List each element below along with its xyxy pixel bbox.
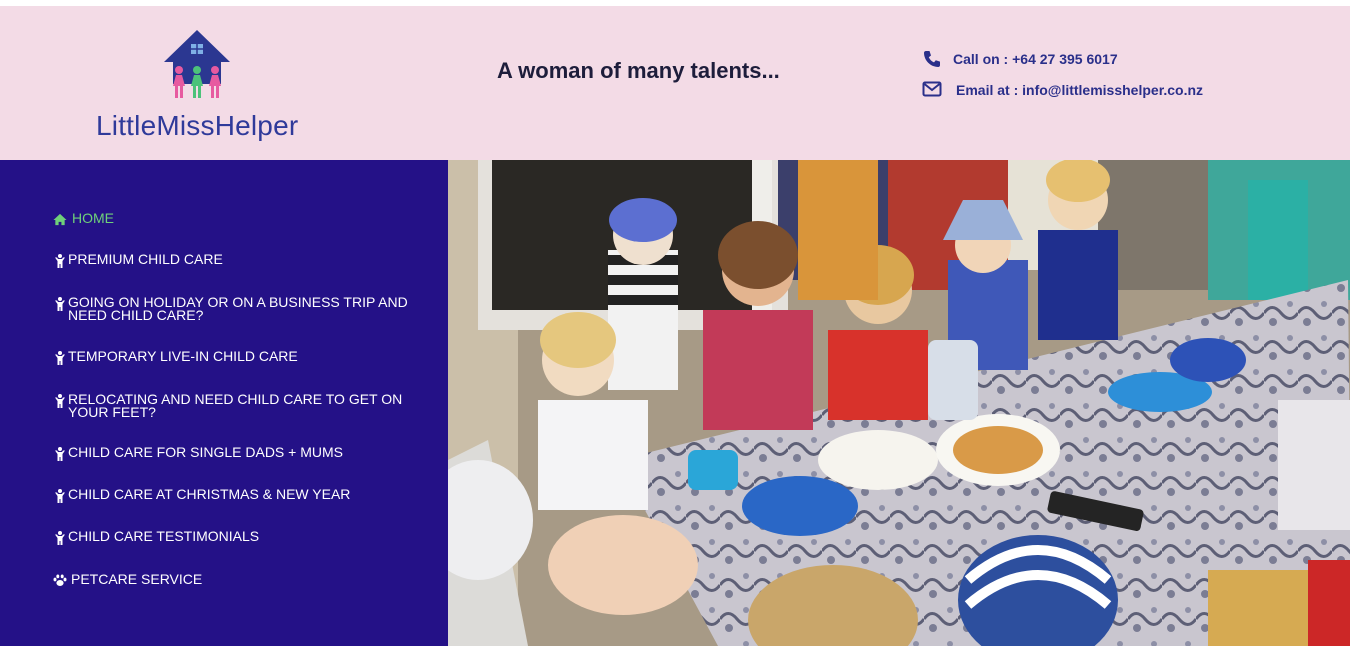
- email-contact[interactable]: Email at : info@littlemisshelper.co.nz: [922, 74, 1203, 105]
- nav-item-relocating[interactable]: RELOCATING AND NEED CHILD CARE TO GET ON…: [53, 391, 413, 420]
- house-family-icon: [164, 30, 230, 98]
- nav-item-temporary-live-in[interactable]: TEMPORARY LIVE-IN CHILD CARE: [53, 348, 413, 365]
- nav-item-premium-child-care[interactable]: PREMIUM CHILD CARE: [53, 251, 413, 268]
- site-header: LittleMissHelper A woman of many talents…: [0, 6, 1350, 160]
- nav-item-holiday-business-trip[interactable]: GOING ON HOLIDAY OR ON A BUSINESS TRIP A…: [53, 294, 413, 323]
- child-icon: [53, 531, 67, 545]
- child-icon: [53, 297, 67, 311]
- hero-photo: [448, 160, 1350, 646]
- child-icon: [53, 351, 67, 365]
- nav-item-single-parents[interactable]: CHILD CARE FOR SINGLE DADS + MUMS: [53, 444, 413, 461]
- paw-icon: [53, 574, 67, 587]
- phone-icon: [922, 49, 944, 69]
- nav-item-home[interactable]: HOME: [53, 210, 413, 226]
- contact-info: Call on : +64 27 395 6017 Email at : inf…: [922, 43, 1203, 105]
- child-icon: [53, 489, 67, 503]
- nav-item-label: CHILD CARE TESTIMONIALS: [68, 528, 260, 544]
- nav-item-label: RELOCATING AND NEED CHILD CARE TO GET ON…: [68, 391, 403, 420]
- phone-contact[interactable]: Call on : +64 27 395 6017: [922, 43, 1203, 74]
- nav-item-label: PREMIUM CHILD CARE: [68, 251, 223, 267]
- nav-item-label: CHILD CARE AT CHRISTMAS & NEW YEAR: [68, 486, 351, 502]
- nav-item-label: PETCARE SERVICE: [71, 571, 203, 587]
- nav-item-label: HOME: [72, 210, 114, 226]
- email-address: Email at : info@littlemisshelper.co.nz: [956, 81, 1204, 98]
- child-icon: [53, 394, 67, 408]
- nav-item-label: CHILD CARE FOR SINGLE DADS + MUMS: [68, 444, 343, 460]
- children-party-photo: [448, 160, 1350, 646]
- site-logo[interactable]: LittleMissHelper: [96, 28, 306, 142]
- home-icon: [53, 213, 67, 226]
- tagline: A woman of many talents...: [497, 58, 780, 83]
- envelope-icon: [922, 80, 944, 100]
- phone-number: Call on : +64 27 395 6017: [953, 50, 1118, 67]
- child-icon: [53, 447, 67, 461]
- nav-item-christmas-new-year[interactable]: CHILD CARE AT CHRISTMAS & NEW YEAR: [53, 486, 413, 503]
- nav-item-label: TEMPORARY LIVE-IN CHILD CARE: [68, 348, 298, 364]
- child-icon: [53, 254, 67, 268]
- sidebar-nav: HOME PREMIUM CHILD CARE GOING ON HOLIDAY…: [0, 160, 448, 646]
- logo-text: LittleMissHelper: [96, 110, 299, 141]
- nav-item-testimonials[interactable]: CHILD CARE TESTIMONIALS: [53, 528, 413, 545]
- nav-item-petcare[interactable]: PETCARE SERVICE: [53, 571, 413, 587]
- nav-menu: HOME PREMIUM CHILD CARE GOING ON HOLIDAY…: [53, 210, 413, 587]
- nav-item-label: GOING ON HOLIDAY OR ON A BUSINESS TRIP A…: [68, 294, 408, 323]
